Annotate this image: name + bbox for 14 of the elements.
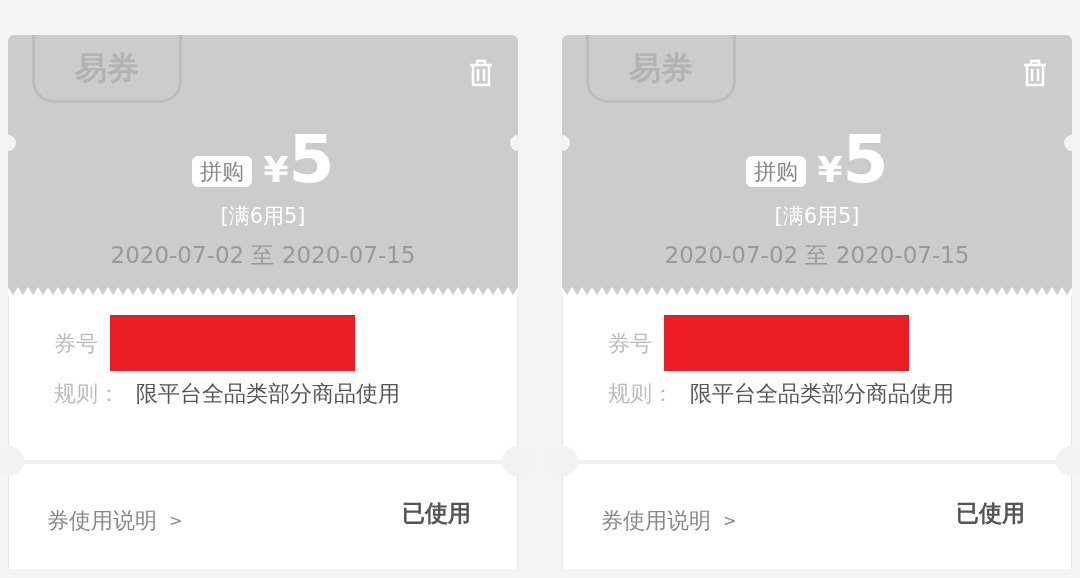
trash-icon[interactable]	[468, 59, 494, 87]
instructions-link[interactable]: 券使用说明 >	[47, 504, 183, 537]
rule-label: 规则：	[54, 380, 120, 408]
rule-text: 限平台全品类部分商品使用	[690, 380, 954, 408]
status-label: 已使用	[402, 499, 471, 529]
tag: 拼购	[191, 155, 252, 187]
rule-label: 规则：	[608, 380, 674, 408]
coupon-number-label: 券号	[54, 329, 98, 358]
status-label: 已使用	[956, 499, 1025, 529]
rule-text: 限平台全品类部分商品使用	[136, 380, 400, 408]
trash-icon[interactable]	[1022, 59, 1048, 87]
coupon-number-label: 券号	[608, 329, 652, 358]
tag: 拼购	[745, 155, 806, 187]
instructions-link[interactable]: 券使用说明 >	[601, 504, 737, 537]
